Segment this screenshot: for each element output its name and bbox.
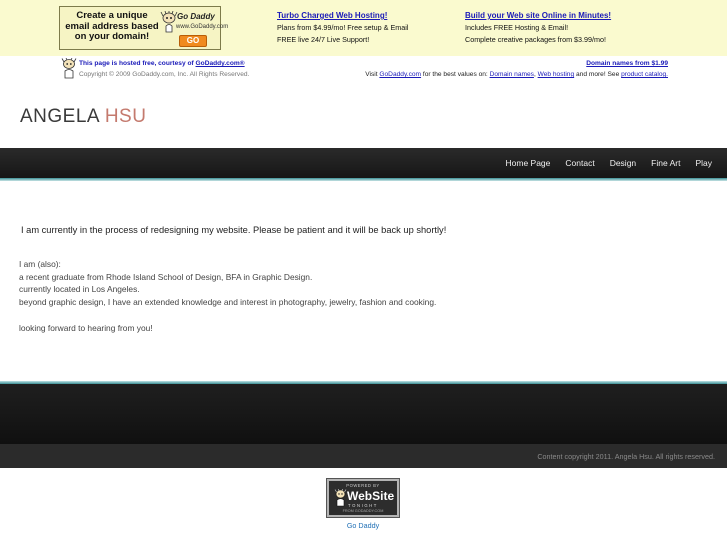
ad-banner[interactable]: Create a unique email address based on y… — [59, 6, 228, 50]
bio-intro: I am (also): — [19, 259, 61, 269]
visit-more: and more! See — [574, 71, 622, 78]
logo-first-name: ANGELA — [20, 106, 100, 127]
hosted-notice-prefix: This page is hosted free, courtesy of — [79, 60, 196, 67]
bio-spacer — [19, 309, 436, 322]
visit-mid: for the best values on: — [421, 71, 490, 78]
visit-godaddy-link[interactable]: GoDaddy.com — [379, 71, 421, 78]
product-catalog-link[interactable]: product catalog. — [621, 71, 668, 78]
badge-name: WebSite — [347, 489, 395, 503]
ad-logo-name: Go Daddy — [177, 12, 215, 21]
footer-band — [0, 384, 727, 444]
ad-logo-url: www.GoDaddy.com — [176, 24, 229, 30]
godaddy-link[interactable]: GoDaddy.com® — [196, 60, 245, 67]
nav-menu: Home Page Contact Design Fine Art Play — [491, 148, 713, 178]
ad-banner-line: on your domain! — [74, 31, 150, 42]
promo-website-title[interactable]: Build your Web site Online in Minutes! — [465, 10, 611, 22]
promo-website-line: Includes FREE Hosting & Email! — [465, 23, 569, 32]
ad-banner-text: Create a unique email address based on y… — [64, 10, 160, 43]
nav-item-design[interactable]: Design — [610, 158, 636, 168]
badge-powered-by: POWERED BY — [346, 483, 380, 488]
bio-line: a recent graduate from Rhode Island Scho… — [19, 271, 313, 282]
nav-accent-line — [0, 178, 727, 181]
nav-item-contact[interactable]: Contact — [565, 158, 594, 168]
promo-hosting-title[interactable]: Turbo Charged Web Hosting! — [277, 10, 408, 22]
hosted-notice: This page is hosted free, courtesy of Go… — [79, 60, 245, 67]
nav-item-home-page[interactable]: Home Page — [506, 158, 551, 168]
promo-website: Build your Web site Online in Minutes! I… — [465, 10, 611, 46]
promo-hosting-line: FREE live 24/7 Live Support! — [277, 35, 370, 44]
footer-copyright: Content copyright 2011. Angela Hsu. All … — [537, 452, 715, 461]
domain-names-link-inline[interactable]: Domain names — [490, 71, 534, 78]
bio: I am (also): a recent graduate from Rhod… — [19, 258, 436, 334]
bio-line: beyond graphic design, I have an extende… — [19, 297, 437, 308]
promo-hosting: Turbo Charged Web Hosting! Plans from $4… — [277, 10, 408, 46]
godaddy-mascot-icon — [61, 58, 77, 79]
site-logo[interactable]: ANGELA HSU — [20, 106, 146, 128]
website-tonight-badge[interactable]: POWERED BY WebSite TONIGHT FROM GODADDY.… — [326, 478, 400, 518]
godaddy-mascot-icon — [334, 489, 347, 507]
ad-banner-line: Create a unique — [76, 10, 148, 21]
badge-tagline: TONIGHT — [348, 503, 378, 508]
promo-hosting-line: Plans from $4.99/mo! Free setup & Email — [277, 23, 409, 32]
visit-line: Visit GoDaddy.com for the best values on… — [365, 71, 668, 78]
promo-website-line: Complete creative packages from $3.99/mo… — [465, 35, 607, 44]
domain-names-link[interactable]: Domain names from $1.99 — [586, 60, 668, 67]
badge-url: FROM GODADDY.COM — [342, 509, 384, 513]
redesign-notice: I am currently in the process of redesig… — [21, 225, 447, 235]
visit-prefix: Visit — [365, 71, 380, 78]
logo-last-name: HSU — [104, 106, 147, 127]
bio-line: currently located in Los Angeles. — [19, 284, 140, 295]
go-daddy-link[interactable]: Go Daddy — [327, 521, 399, 530]
nav-item-fine-art[interactable]: Fine Art — [651, 158, 680, 168]
bio-closing: looking forward to hearing from you! — [19, 322, 153, 333]
godaddy-copyright: Copyright © 2009 GoDaddy.com, Inc. All R… — [79, 71, 250, 78]
web-hosting-link[interactable]: Web hosting — [538, 71, 575, 78]
go-button[interactable]: GO — [179, 35, 207, 47]
nav-item-play[interactable]: Play — [695, 158, 712, 168]
